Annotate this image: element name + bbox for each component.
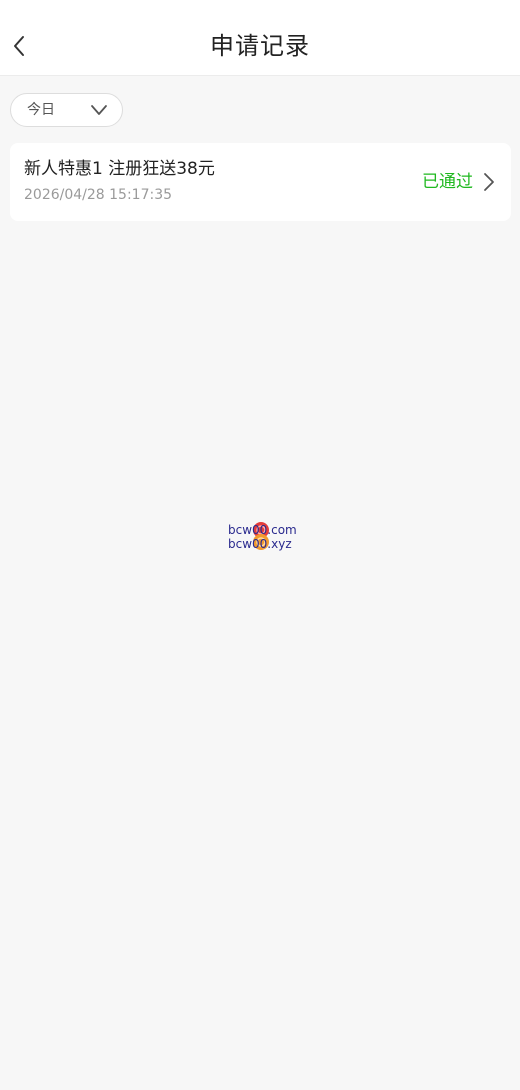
- page-title: 申请记录: [210, 32, 310, 60]
- record-status: 已通过: [422, 172, 473, 192]
- watermark-text-1: bcw00.com: [228, 523, 297, 537]
- watermark-text-2: bcw00.xyz: [228, 537, 292, 551]
- record-timestamp: 2026/04/28 15:17:35: [24, 187, 173, 203]
- chevron-right-icon: [484, 173, 494, 191]
- record-title: 新人特惠1 注册狂送38元: [24, 159, 215, 179]
- date-filter-dropdown[interactable]: 今日: [10, 93, 123, 127]
- nav-bar: 申请记录: [0, 0, 520, 76]
- record-list-item[interactable]: 新人特惠1 注册狂送38元 2026/04/28 15:17:35 已通过: [10, 143, 511, 221]
- chevron-down-icon: [91, 105, 107, 115]
- date-filter-value: 今日: [27, 102, 55, 118]
- watermark: bcw00.com bcw00.xyz: [226, 521, 306, 553]
